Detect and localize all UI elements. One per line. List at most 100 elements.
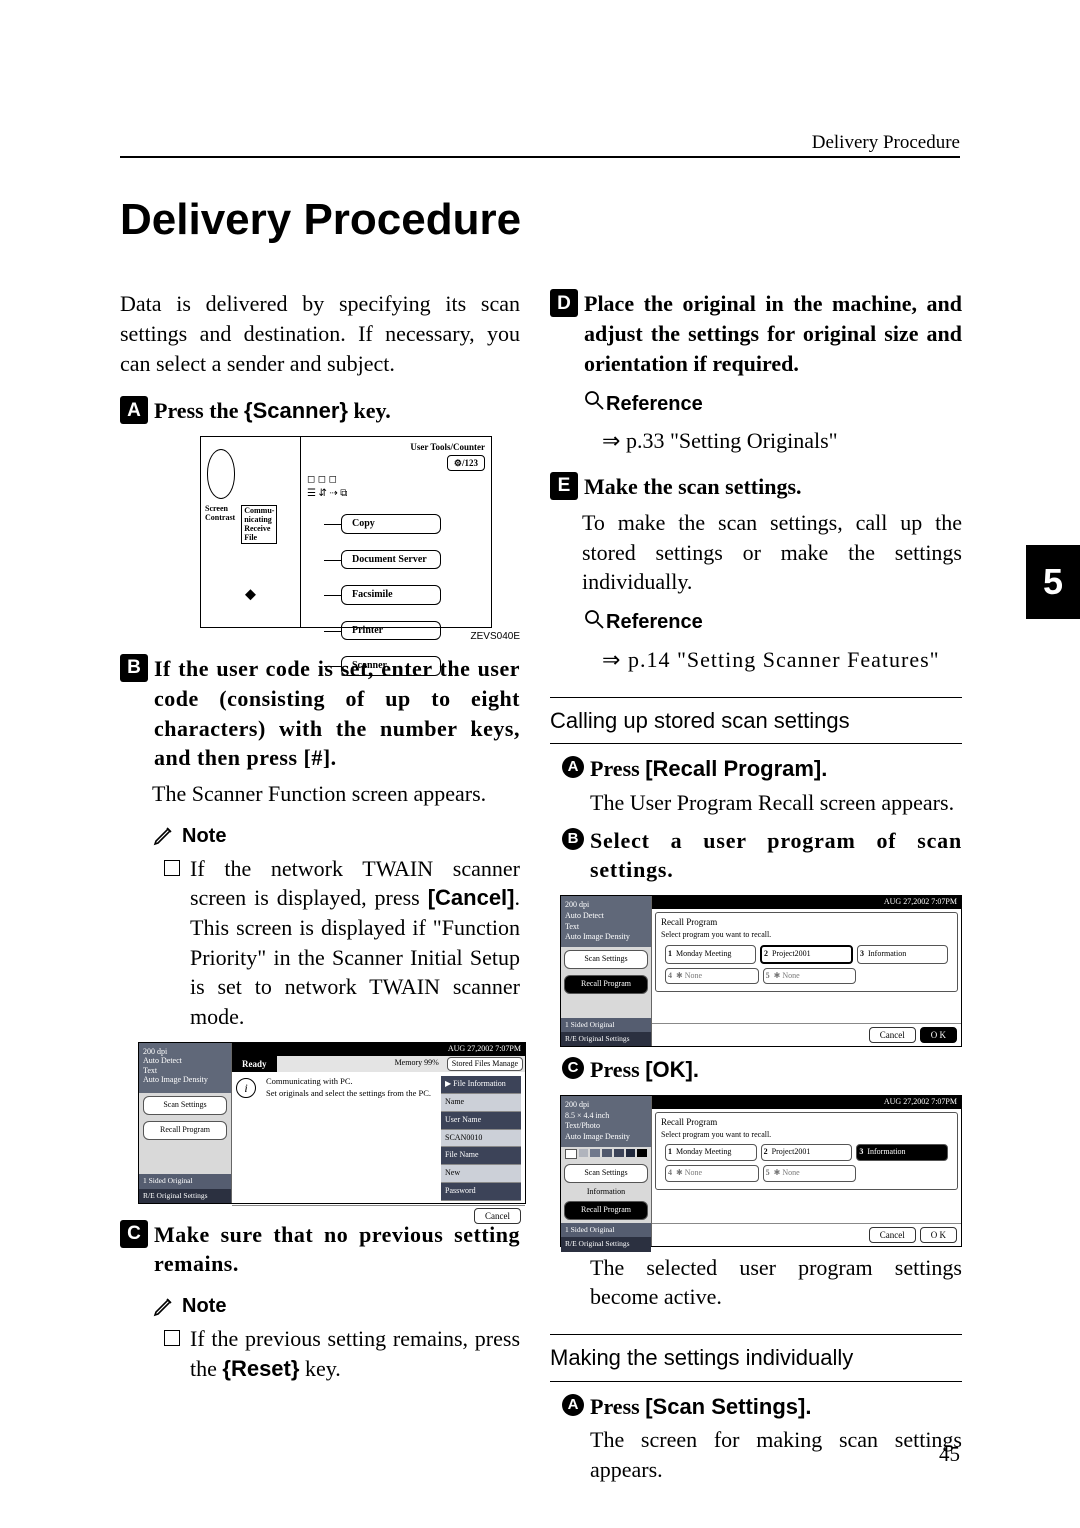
f4-recall-program[interactable]: Recall Program <box>564 1201 648 1220</box>
rs-r6[interactable]: Password <box>441 1183 521 1201</box>
rs-r0[interactable]: ▶ File Information <box>441 1076 521 1094</box>
step-4-text: Place the original in the machine, and a… <box>584 289 962 378</box>
f4-strip-2: R/E Original Settings <box>561 1237 651 1251</box>
mode-fax[interactable]: Facsimile <box>341 585 441 605</box>
intro-text: Data is delivered by specifying its scan… <box>120 289 520 378</box>
figure-ready-screen: 200 dpi Auto Detect Text Auto Image Dens… <box>138 1042 526 1204</box>
rs-stored[interactable]: Stored Files Manage <box>447 1057 523 1072</box>
sub2-step1: A Press [Scan Settings]. <box>562 1392 962 1422</box>
f3-ok[interactable]: O K <box>920 1027 957 1043</box>
cp-sub-0: Commu- <box>244 506 274 515</box>
f4-strip-1: 1 Sided Original <box>561 1223 651 1237</box>
rs-ready: Ready <box>232 1056 277 1073</box>
sub1-s3-body: The selected user program settings becom… <box>590 1253 962 1312</box>
step-2-num: B <box>120 654 148 682</box>
f4-sb-info: 200 dpi 8.5 × 4.4 inch Text/Photo Auto I… <box>561 1096 651 1147</box>
cp-sub-1: nicating <box>244 515 272 524</box>
f3-slot-3[interactable]: 3Information <box>857 945 948 964</box>
cp-sub-2: Receive <box>244 524 270 533</box>
f3-cancel[interactable]: Cancel <box>869 1027 916 1043</box>
f3-strip-2: R/E Original Settings <box>561 1032 651 1046</box>
f3-sb-info: 200 dpi Auto Detect Text Auto Image Dens… <box>561 896 651 947</box>
f4-scan-settings[interactable]: Scan Settings <box>564 1164 648 1183</box>
step-1-num: A <box>120 396 148 424</box>
step-3-num: C <box>120 1220 148 1248</box>
rs-recall-program[interactable]: Recall Program <box>143 1121 227 1140</box>
f3-hint: Select program you want to recall. <box>661 930 952 941</box>
cp-small-btn[interactable]: ⚙/123 <box>447 455 485 471</box>
f3-recall-program[interactable]: Recall Program <box>564 975 648 994</box>
dial-icon <box>207 449 235 499</box>
note-2-post: key. <box>299 1356 340 1381</box>
sub1-step1-num: A <box>562 756 584 778</box>
ref-2-body: p.14 "Setting Scanner Features" <box>602 645 962 675</box>
f3-scan-settings[interactable]: Scan Settings <box>564 950 648 969</box>
subhead-2: Making the settings individually <box>550 1334 962 1382</box>
note-2-key: {Reset} <box>222 1356 299 1381</box>
cp-left-label-1: Screen <box>205 504 228 513</box>
mode-copy[interactable]: Copy <box>341 514 441 534</box>
step-4-num: D <box>550 289 578 317</box>
running-head: Delivery Procedure <box>812 130 960 156</box>
sub1-step3: C Press [OK]. <box>562 1055 962 1085</box>
f3-slot-1[interactable]: 1Monday Meeting <box>665 945 756 964</box>
rs-msg2: Set originals and select the settings fr… <box>266 1088 431 1099</box>
f3-slot-2[interactable]: 2Project2001 <box>760 945 853 964</box>
sub1-s1-bold: [Recall Program]. <box>645 756 827 781</box>
f4-time: AUG 27,2002 7:07PM <box>652 1096 961 1109</box>
f4-cancel[interactable]: Cancel <box>869 1227 916 1243</box>
figure-code: ZEVS040E <box>471 630 520 644</box>
step-2-body: The Scanner Function screen appears. <box>152 779 520 809</box>
f4-slot-5[interactable]: 5✱ None <box>763 1165 857 1182</box>
f3-slot-4[interactable]: 4✱ None <box>665 968 759 985</box>
sub2-s1-body: The screen for making scan settings appe… <box>590 1425 962 1484</box>
f4-slot-3[interactable]: 3Information <box>856 1144 948 1161</box>
mode-printer[interactable]: Printer <box>341 621 441 641</box>
f4-hint: Select program you want to recall. <box>661 1130 952 1141</box>
f3-time: AUG 27,2002 7:07PM <box>652 896 961 909</box>
cp-top-label: User Tools/Counter <box>410 442 485 452</box>
ref-1-head: Reference <box>582 388 962 420</box>
step-4: D Place the original in the machine, and… <box>550 289 962 378</box>
sub1-step3-num: C <box>562 1057 584 1079</box>
magnifier-icon-1 <box>582 388 606 420</box>
f4-slot-1[interactable]: 1Monday Meeting <box>665 1144 757 1161</box>
sub1-step1: A Press [Recall Program]. <box>562 754 962 784</box>
rs-sb-info: 200 dpi Auto Detect Text Auto Image Dens… <box>139 1043 231 1093</box>
f3-slot-5[interactable]: 5✱ None <box>763 968 857 985</box>
bullet-box-icon <box>164 860 180 876</box>
f4-title: Recall Program <box>661 1116 952 1128</box>
rs-r4[interactable]: File Name <box>441 1147 521 1165</box>
mode-scanner[interactable]: Scanner <box>341 656 441 676</box>
figure-recall-1: 200 dpi Auto Detect Text Auto Image Dens… <box>560 895 962 1047</box>
sub1-s3-pre: Press <box>590 1057 645 1082</box>
subhead-1: Calling up stored scan settings <box>550 697 962 745</box>
header-rule <box>120 156 960 158</box>
f4-slot-2[interactable]: 2Project2001 <box>761 1144 853 1161</box>
rs-scan-settings[interactable]: Scan Settings <box>143 1096 227 1115</box>
f4-slot-4[interactable]: 4✱ None <box>665 1165 759 1182</box>
bullet-box-icon-2 <box>164 1330 180 1346</box>
f3-strip-1: 1 Sided Original <box>561 1018 651 1032</box>
rs-cancel[interactable]: Cancel <box>474 1208 521 1224</box>
note-2-item: If the previous setting remains, press t… <box>164 1324 520 1383</box>
rs-strip-1: 1 Sided Original <box>139 1174 231 1188</box>
step-3-text: Make sure that no previous setting remai… <box>154 1220 520 1279</box>
rs-r2[interactable]: User Name <box>441 1112 521 1130</box>
step-5-text: Make the scan settings. <box>584 472 962 502</box>
step-1-keycap: {Scanner} <box>244 398 348 423</box>
info-icon: i <box>236 1078 256 1098</box>
rs-r3: SCAN0010 <box>441 1130 521 1148</box>
rs-msg1: Communicating with PC. <box>266 1076 431 1087</box>
rs-timebar: AUG 27,2002 7:07PM <box>232 1043 525 1056</box>
f4-ok[interactable]: O K <box>920 1227 957 1243</box>
sub1-step2: B Select a user program of scan settings… <box>562 826 962 885</box>
ref-2-head: Reference <box>582 607 962 639</box>
sub1-step2-num: B <box>562 828 584 850</box>
f3-title: Recall Program <box>661 916 952 928</box>
note-1-item: If the network TWAIN scanner screen is d… <box>164 854 520 1032</box>
mode-docserver[interactable]: Document Server <box>341 550 441 570</box>
rs-memory: Memory 99% <box>389 1056 445 1073</box>
pencil-icon <box>152 823 178 849</box>
cp-left-label-2: Contrast <box>205 513 235 522</box>
